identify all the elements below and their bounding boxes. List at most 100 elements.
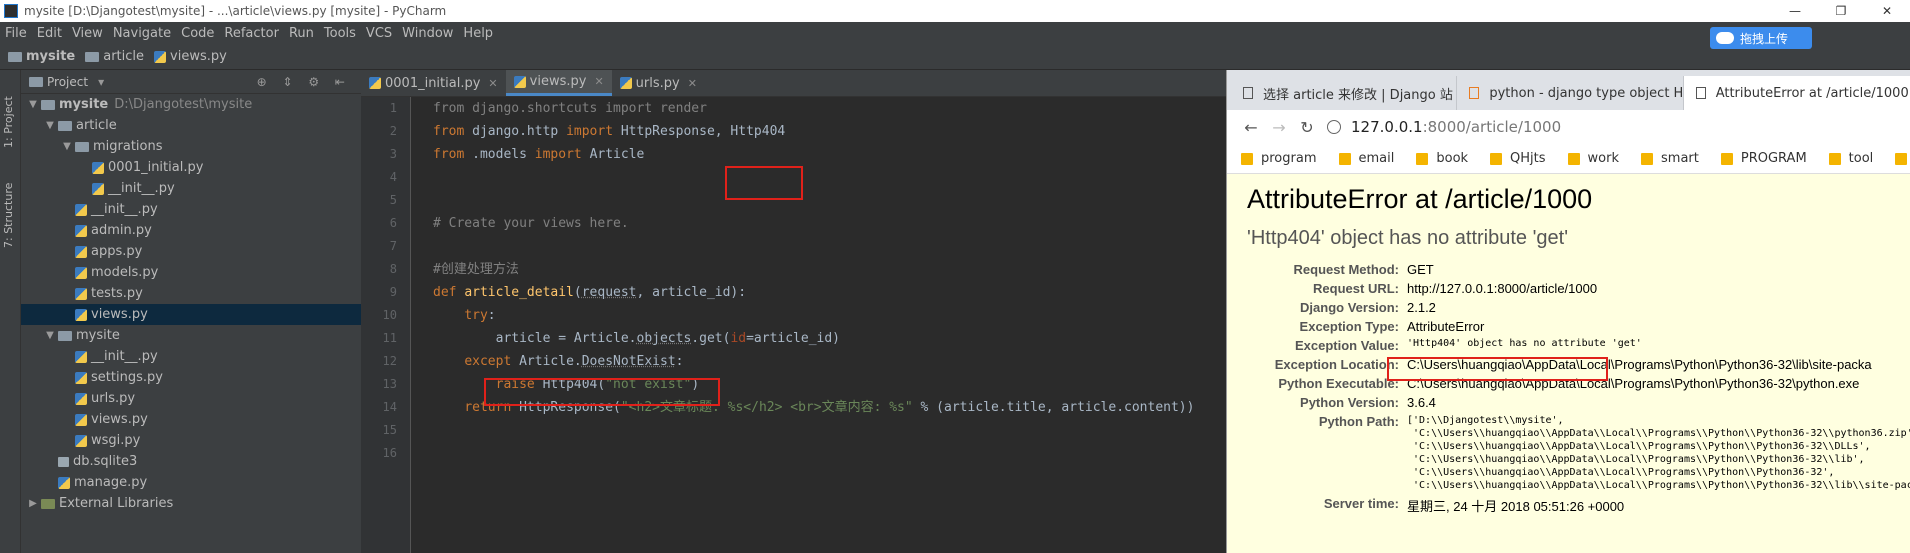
expand-arrow-icon[interactable]: ▼ bbox=[27, 99, 39, 110]
expand-arrow-icon[interactable]: ▼ bbox=[44, 330, 56, 341]
tree-item[interactable]: tests.py bbox=[21, 283, 361, 304]
tree-item[interactable]: wsgi.py bbox=[21, 430, 361, 451]
tree-item[interactable]: __init__.py bbox=[21, 199, 361, 220]
menu-tools[interactable]: Tools bbox=[319, 26, 361, 41]
code-token: .models bbox=[472, 147, 535, 162]
chevron-down-icon[interactable]: ▾ bbox=[98, 75, 104, 89]
python-file-icon bbox=[75, 371, 87, 384]
tree-item[interactable]: manage.py bbox=[21, 472, 361, 493]
maximize-button[interactable]: ❐ bbox=[1818, 0, 1864, 22]
close-icon[interactable]: ✕ bbox=[688, 77, 697, 90]
menu-refactor[interactable]: Refactor bbox=[219, 26, 284, 41]
bookmark-item[interactable]: smart bbox=[1641, 151, 1699, 166]
code-token: # Create your views here. bbox=[433, 216, 629, 231]
tool-tab-structure[interactable]: 7: Structure bbox=[2, 170, 19, 260]
minimize-button[interactable]: — bbox=[1772, 0, 1818, 22]
code-area[interactable]: from django.shortcuts import render from … bbox=[433, 97, 1233, 465]
expand-arrow-icon[interactable]: ▼ bbox=[61, 141, 73, 152]
code-token: Article. bbox=[519, 354, 582, 369]
menu-file[interactable]: File bbox=[0, 26, 32, 41]
meta-key: Django Version: bbox=[1300, 300, 1399, 315]
browser-tab-stackoverflow[interactable]: python - django type object H bbox=[1457, 76, 1684, 110]
bookmark-item[interactable]: oauth bbox=[1895, 151, 1910, 166]
tab-views[interactable]: views.py ✕ bbox=[505, 70, 612, 96]
tool-tab-project[interactable]: 1: Project bbox=[2, 82, 19, 162]
tree-item[interactable]: __init__.py bbox=[21, 178, 361, 199]
bookmark-item[interactable]: program bbox=[1241, 151, 1317, 166]
bookmark-item[interactable]: book bbox=[1416, 151, 1468, 166]
code-token: % (article.title, article.content)) bbox=[912, 400, 1195, 415]
project-panel-title[interactable]: Project bbox=[47, 75, 88, 89]
code-token: try bbox=[464, 308, 488, 323]
folder-icon bbox=[85, 51, 100, 62]
forward-icon[interactable]: → bbox=[1265, 118, 1293, 137]
tree-item[interactable]: views.py bbox=[21, 409, 361, 430]
bookmark-folder-icon bbox=[1720, 152, 1733, 165]
address-bar[interactable]: 127.0.0.1:8000/article/1000 bbox=[1327, 118, 1561, 136]
bookmark-item[interactable]: email bbox=[1338, 151, 1394, 166]
page-icon bbox=[1695, 87, 1706, 99]
code-token: ( bbox=[573, 285, 582, 300]
baidu-upload-widget[interactable]: 拖拽上传 bbox=[1710, 27, 1812, 49]
code-line: from django.http import HttpResponse, Ht… bbox=[433, 120, 1233, 143]
tree-item-label: settings.py bbox=[91, 370, 163, 385]
menu-help[interactable]: Help bbox=[458, 26, 498, 41]
code-token: DoesNotExist bbox=[581, 354, 676, 369]
close-icon[interactable]: ✕ bbox=[594, 75, 603, 88]
tree-item[interactable]: urls.py bbox=[21, 388, 361, 409]
menu-run[interactable]: Run bbox=[284, 26, 319, 41]
line-number: 3 bbox=[389, 147, 397, 161]
bookmark-item[interactable]: work bbox=[1567, 151, 1620, 166]
tab-urls[interactable]: urls.py ✕ bbox=[612, 70, 705, 96]
bookmark-label: work bbox=[1587, 151, 1620, 166]
bookmark-item[interactable]: QHjts bbox=[1490, 151, 1546, 166]
expand-arrow-icon[interactable]: ▼ bbox=[44, 120, 56, 131]
python-file-icon bbox=[92, 161, 104, 174]
back-icon[interactable]: ← bbox=[1237, 118, 1265, 137]
tree-item[interactable]: ▼ article bbox=[21, 115, 361, 136]
breadcrumb-mysite[interactable]: mysite bbox=[8, 49, 75, 64]
code-line: article = Article.objects.get(id=article… bbox=[433, 327, 1233, 350]
reload-icon[interactable]: ↻ bbox=[1293, 118, 1321, 137]
collapse-arrow-icon[interactable]: ▶ bbox=[27, 498, 39, 509]
line-number: 12 bbox=[382, 354, 397, 368]
tree-item[interactable]: apps.py bbox=[21, 241, 361, 262]
bookmark-item[interactable]: tool bbox=[1828, 151, 1873, 166]
menu-view[interactable]: View bbox=[67, 26, 108, 41]
menu-edit[interactable]: Edit bbox=[32, 26, 67, 41]
tree-item[interactable]: models.py bbox=[21, 262, 361, 283]
menu-navigate[interactable]: Navigate bbox=[108, 26, 176, 41]
tree-item[interactable]: db.sqlite3 bbox=[21, 451, 361, 472]
code-token: objects bbox=[636, 331, 692, 346]
tree-item[interactable]: ▼ migrations bbox=[21, 136, 361, 157]
browser-tab-django-admin[interactable]: 选择 article 来修改 | Django 站 bbox=[1231, 76, 1458, 110]
project-tree: ▼ mysite D:\Djangotest\mysite ▼ article ▼ migr… bbox=[21, 94, 361, 514]
tree-item[interactable]: admin.py bbox=[21, 220, 361, 241]
bookmark-item[interactable]: PROGRAM bbox=[1720, 151, 1807, 166]
info-icon[interactable] bbox=[1327, 120, 1341, 134]
tree-item[interactable]: views.py bbox=[21, 304, 361, 325]
tab-0001-initial[interactable]: 0001_initial.py ✕ bbox=[361, 70, 506, 96]
tree-item[interactable]: ▼ mysite D:\Djangotest\mysite bbox=[21, 94, 361, 115]
bookmark-folder-icon bbox=[1338, 152, 1351, 165]
tree-item[interactable]: ▼ mysite bbox=[21, 325, 361, 346]
line-number: 1 bbox=[389, 101, 397, 115]
tree-item[interactable]: 0001_initial.py bbox=[21, 157, 361, 178]
breadcrumb-article[interactable]: article bbox=[85, 49, 144, 64]
close-button[interactable]: ✕ bbox=[1864, 0, 1910, 22]
tree-item-label: wsgi.py bbox=[91, 433, 141, 448]
code-token: article = Article. bbox=[433, 331, 637, 346]
tree-item[interactable]: settings.py bbox=[21, 367, 361, 388]
breadcrumb-views[interactable]: views.py bbox=[154, 49, 227, 64]
line-number: 5 bbox=[389, 193, 397, 207]
tree-item[interactable]: ▶ External Libraries bbox=[21, 493, 361, 514]
menu-vcs[interactable]: VCS bbox=[361, 26, 397, 41]
panel-toolbar-icons[interactable]: ⊕ ⇕ ⚙ ⇤ bbox=[257, 75, 351, 89]
menu-window[interactable]: Window bbox=[397, 26, 458, 41]
meta-key: Python Executable: bbox=[1278, 376, 1399, 391]
browser-tab-attributeerror[interactable]: AttributeError at /article/1000 bbox=[1683, 76, 1910, 110]
tree-item[interactable]: __init__.py bbox=[21, 346, 361, 367]
python-path-entry: 'C:\\Users\\huangqiao\\AppData\\Local\\P… bbox=[1407, 480, 1910, 491]
close-icon[interactable]: ✕ bbox=[488, 77, 497, 90]
menu-code[interactable]: Code bbox=[176, 26, 219, 41]
